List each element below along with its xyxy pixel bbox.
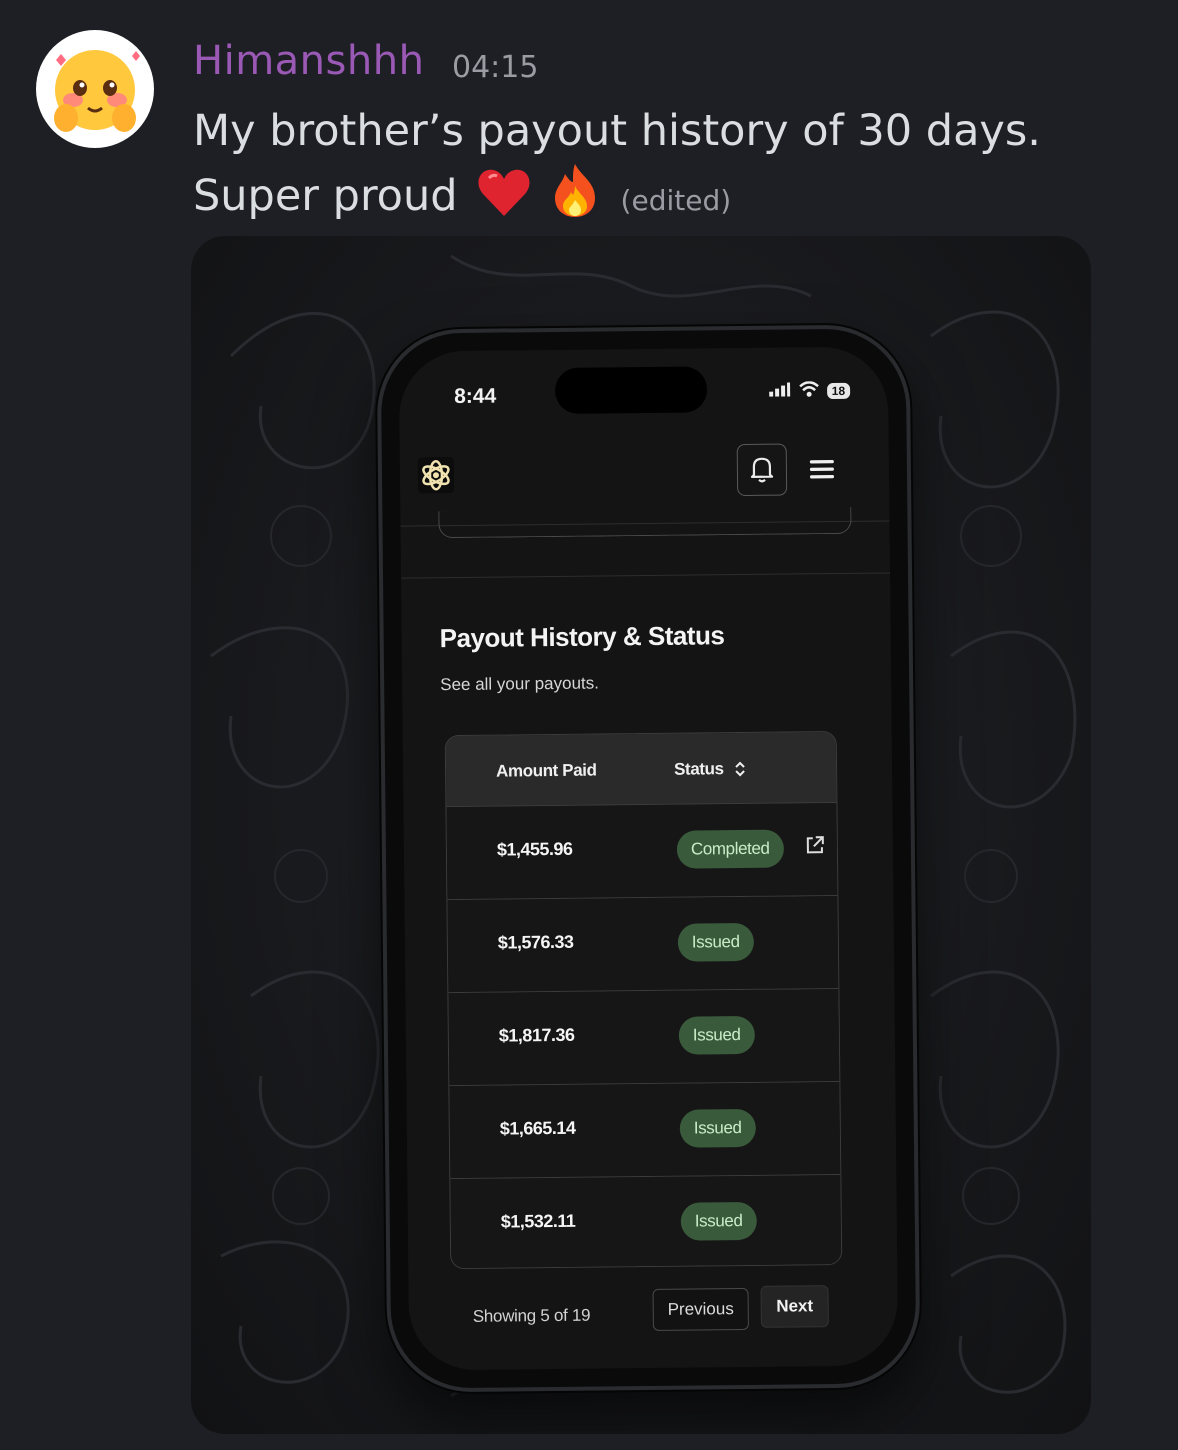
heart-emoji-icon — [477, 168, 531, 235]
table-row: $1,576.33 Issued — [447, 896, 839, 994]
status-badge: Issued — [678, 1015, 755, 1055]
menu-icon — [809, 460, 835, 479]
amount-cell: $1,817.36 — [498, 1024, 575, 1046]
next-button[interactable]: Next — [760, 1285, 829, 1328]
amount-cell: $1,576.33 — [497, 931, 574, 953]
message-body: My brother’s payout history of 30 days. … — [193, 100, 1143, 235]
fire-emoji-icon — [551, 162, 599, 235]
phone-photo: 8:44 18 Payout History & Status See all … — [376, 324, 921, 1393]
sort-icon[interactable] — [734, 761, 746, 777]
signal-icon — [768, 382, 791, 399]
column-header-status[interactable]: Status — [674, 759, 746, 780]
pagination-summary: Showing 5 of 19 — [472, 1305, 591, 1326]
avatar[interactable] — [36, 30, 154, 148]
blushing-face-emoji-icon — [54, 50, 140, 132]
amount-cell: $1,665.14 — [499, 1117, 576, 1139]
column-header-status-label: Status — [673, 759, 724, 779]
previous-card-edge — [438, 506, 852, 539]
wifi-icon — [798, 381, 819, 400]
amount-cell: $1,455.96 — [496, 838, 573, 860]
amount-cell: $1,532.11 — [500, 1210, 576, 1232]
username[interactable]: Himanshhh — [193, 38, 424, 84]
table-row: $1,665.14 Issued — [449, 1082, 841, 1180]
battery-icon: 18 — [826, 382, 851, 399]
status-badge: Completed — [676, 829, 784, 869]
section-divider — [401, 572, 891, 579]
column-header-amount: Amount Paid — [495, 760, 597, 781]
edited-label: (edited) — [620, 184, 732, 217]
external-link-icon[interactable] — [803, 833, 827, 857]
bell-icon — [750, 457, 774, 483]
status-bar-icons: 18 — [768, 381, 851, 401]
menu-button[interactable] — [808, 455, 836, 483]
status-badge: Issued — [679, 1108, 756, 1148]
table-row: $1,455.96 Completed — [446, 803, 838, 901]
section-subtitle: See all your payouts. — [440, 673, 600, 695]
phone-screen: 8:44 18 Payout History & Status See all … — [398, 346, 899, 1371]
message-timestamp: 04:15 — [452, 50, 539, 85]
table-row: $1,532.11 Issued — [450, 1175, 842, 1270]
notifications-button[interactable] — [736, 443, 788, 497]
previous-button[interactable]: Previous — [652, 1287, 749, 1331]
app-logo-icon[interactable] — [417, 457, 455, 494]
status-bar-time: 8:44 — [454, 384, 497, 409]
section-title: Payout History & Status — [439, 620, 725, 654]
dynamic-island — [554, 366, 708, 414]
status-badge: Issued — [680, 1201, 757, 1241]
status-badge: Issued — [677, 922, 754, 962]
message-text: My brother’s payout history of 30 days. … — [193, 106, 1041, 221]
payout-table: Amount Paid Status $1,455.96 Completed $… — [444, 731, 843, 1270]
table-row: $1,817.36 Issued — [448, 989, 840, 1087]
image-attachment[interactable]: 8:44 18 Payout History & Status See all … — [191, 236, 1091, 1434]
table-header: Amount Paid Status — [445, 732, 837, 808]
